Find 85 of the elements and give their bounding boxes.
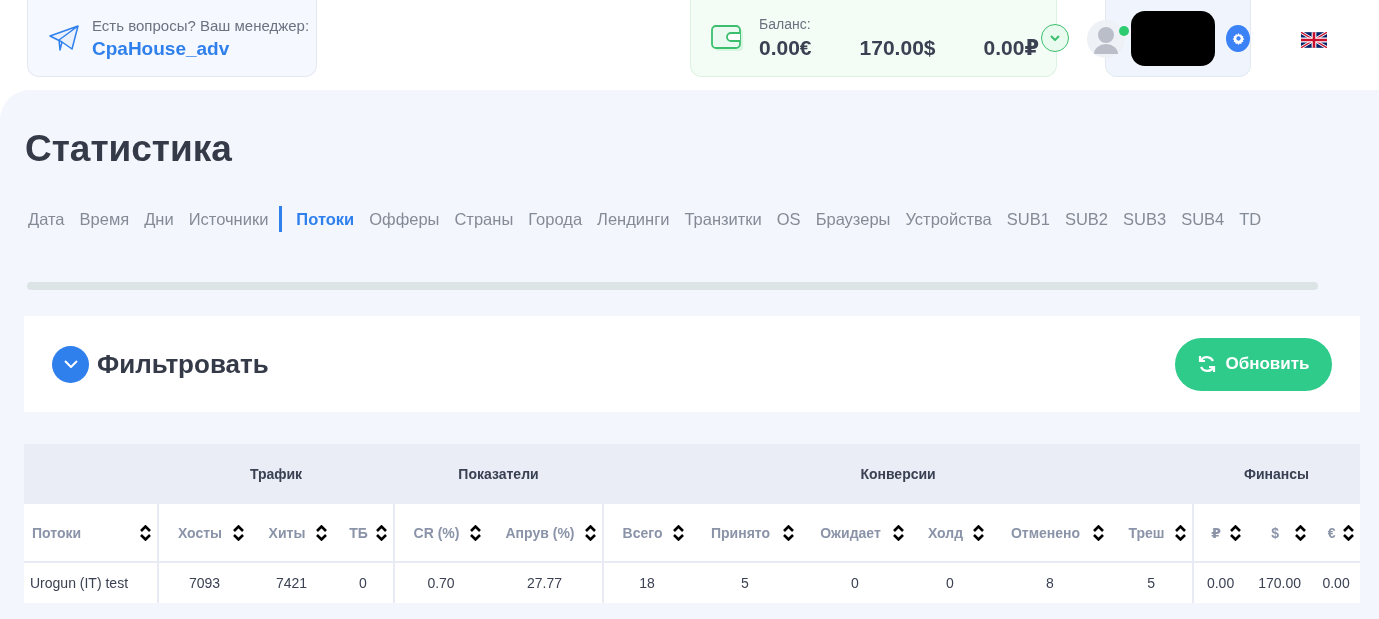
table-cell: 0 <box>800 562 910 603</box>
manager-prompt: Есть вопросы? Ваш менеджер: <box>92 16 310 34</box>
column-group-header: Показатели <box>394 444 603 504</box>
chevron-down-icon <box>1050 35 1060 41</box>
table-cell: 170.00 <box>1247 562 1313 603</box>
column-header[interactable]: $ <box>1247 504 1313 562</box>
table-cell: 0.00 <box>1312 562 1361 603</box>
table-cell: 5 <box>1110 562 1194 603</box>
tab[interactable]: SUB2 <box>1060 206 1108 232</box>
column-header[interactable]: ₽ <box>1193 504 1248 562</box>
sort-icon[interactable] <box>316 524 327 541</box>
sort-icon[interactable] <box>233 524 244 541</box>
column-group-header: Конверсии <box>603 444 1194 504</box>
balance-amount: 0.00₽ <box>983 36 1039 60</box>
balance-label: Баланс: <box>759 16 812 32</box>
column-header[interactable]: Апрув (%) <box>487 504 603 562</box>
refresh-button[interactable]: Обновить <box>1175 337 1332 391</box>
column-header[interactable]: Холд <box>910 504 990 562</box>
column-header[interactable]: Всего <box>603 504 690 562</box>
column-header[interactable]: Отменено <box>990 504 1110 562</box>
column-header[interactable]: Потоки <box>24 504 158 562</box>
page-title: Статистика <box>25 128 233 170</box>
tab[interactable]: OS <box>772 206 801 232</box>
column-header[interactable]: ТБ <box>333 504 394 562</box>
column-header[interactable]: Хосты <box>158 504 250 562</box>
column-header[interactable]: Хиты <box>250 504 333 562</box>
balance-amount: 170.00$ <box>859 36 936 60</box>
tab[interactable]: SUB3 <box>1119 206 1167 232</box>
tab[interactable]: Города <box>524 206 583 232</box>
sort-icon[interactable] <box>673 524 684 541</box>
wallet-icon <box>711 23 745 53</box>
table-cell: 0 <box>333 562 394 603</box>
tab[interactable]: Источники <box>184 206 269 232</box>
chevron-down-icon <box>63 360 78 368</box>
tab[interactable]: TD <box>1235 206 1262 232</box>
sort-icon[interactable] <box>376 524 387 541</box>
filter-toggle-button[interactable] <box>52 345 89 383</box>
column-header[interactable]: CR (%) <box>394 504 487 562</box>
tab[interactable]: Потоки <box>279 206 355 232</box>
table-cell: 27.77 <box>487 562 603 603</box>
sort-icon[interactable] <box>1343 524 1355 541</box>
table-cell: 7421 <box>250 562 333 603</box>
tab[interactable]: Время <box>75 206 130 232</box>
filter-title: Фильтровать <box>97 348 269 380</box>
uk-flag-icon[interactable] <box>1301 32 1327 48</box>
column-header[interactable]: € <box>1312 504 1361 562</box>
sort-icon[interactable] <box>1295 524 1307 541</box>
table-cell: Urogun (IT) test <box>24 562 158 603</box>
tab[interactable]: Офферы <box>365 206 440 232</box>
table-cell: 18 <box>603 562 690 603</box>
column-group-header: Трафик <box>158 444 394 504</box>
table-cell: 7093 <box>158 562 250 603</box>
table-cell: 0 <box>910 562 990 603</box>
settings-icon <box>1231 31 1245 45</box>
column-header[interactable]: Треш <box>1110 504 1194 562</box>
tab[interactable]: Дни <box>140 206 174 232</box>
tab[interactable]: Страны <box>450 206 514 232</box>
sort-icon[interactable] <box>470 524 481 541</box>
tab[interactable]: Лендинги <box>593 206 670 232</box>
sort-icon[interactable] <box>1175 524 1187 541</box>
tab[interactable]: SUB1 <box>1002 206 1050 232</box>
column-header[interactable]: Принято <box>690 504 800 562</box>
sort-icon[interactable] <box>1093 524 1104 541</box>
tab[interactable]: Браузеры <box>811 206 891 232</box>
sort-icon[interactable] <box>585 524 596 541</box>
table-cell: 0.00 <box>1193 562 1248 603</box>
tab[interactable]: SUB4 <box>1177 206 1225 232</box>
table-cell: 0.70 <box>394 562 487 603</box>
column-header[interactable]: Ожидает <box>800 504 910 562</box>
settings-button[interactable] <box>1226 24 1250 52</box>
sort-icon[interactable] <box>893 524 904 541</box>
refresh-icon <box>1197 354 1218 374</box>
sort-icon[interactable] <box>783 524 794 541</box>
tab[interactable]: Дата <box>24 206 65 232</box>
sort-icon[interactable] <box>140 524 151 541</box>
balance-amount: 0.00€ <box>759 36 812 60</box>
manager-link[interactable]: CpaHouse_adv <box>92 37 310 60</box>
sort-icon[interactable] <box>973 524 984 541</box>
table-cell: 8 <box>990 562 1110 603</box>
sort-icon[interactable] <box>1230 524 1242 541</box>
table-cell: 5 <box>690 562 800 603</box>
paper-plane-icon <box>48 24 80 52</box>
tab[interactable]: Устройства <box>901 206 992 232</box>
column-group-header: Финансы <box>1193 444 1361 504</box>
tab[interactable]: Транзитки <box>680 206 762 232</box>
